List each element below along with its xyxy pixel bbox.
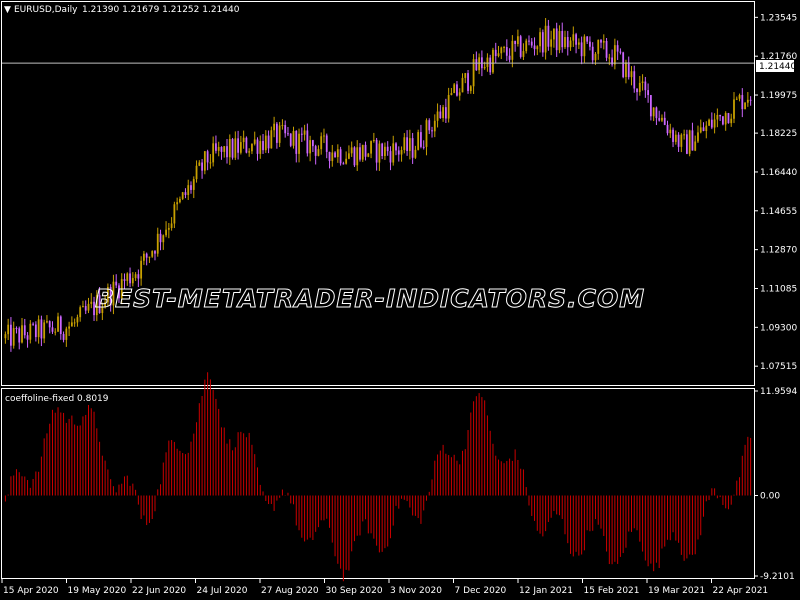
candle [353, 146, 356, 168]
time-tick-label: 22 Jun 2020 [132, 586, 186, 596]
candle [519, 34, 522, 59]
candle [492, 47, 494, 74]
candle [622, 51, 625, 79]
candle [605, 38, 608, 62]
candle [467, 69, 469, 94]
ohlc-readout: 1.21390 1.21679 1.21252 1.21440 [82, 5, 240, 15]
candle [688, 129, 691, 157]
time-tick-label: 22 Apr 2021 [713, 586, 769, 596]
candle [489, 54, 492, 76]
candle [289, 133, 292, 148]
time-tick-label: 19 Mar 2021 [648, 586, 705, 596]
time-tick-label: 24 Jul 2020 [197, 586, 248, 596]
candle [727, 112, 730, 124]
price-tick-label: 1.07515 [760, 362, 797, 372]
candle [151, 250, 154, 258]
price-tick-label: 1.19975 [760, 91, 797, 101]
time-tick-label: 7 Dec 2020 [455, 586, 507, 596]
price-tick-label: 1.18225 [760, 129, 797, 139]
candle [245, 136, 248, 154]
candle [339, 146, 342, 166]
candle [181, 191, 184, 201]
current-price-label: 1.21440 [759, 62, 796, 72]
price-tick-label: 1.23545 [760, 13, 797, 23]
time-tick-label: 12 Jan 2021 [519, 586, 573, 596]
candle [722, 116, 724, 126]
time-tick-label: 15 Feb 2021 [584, 586, 640, 596]
candle [744, 102, 746, 110]
candle [453, 83, 456, 94]
candle [417, 129, 420, 151]
dropdown-arrow-icon[interactable]: ▼ [4, 5, 11, 15]
candle [231, 137, 234, 160]
indicator-title: coeffoline-fixed 0.8019 [5, 394, 109, 404]
indicator-tick-label: -9.2101 [760, 572, 795, 582]
candle [361, 144, 364, 162]
time-tick-label: 27 Aug 2020 [261, 586, 319, 596]
price-tick-label: 1.12870 [760, 246, 797, 256]
price-tick-label: 1.14655 [760, 207, 797, 217]
time-tick-label: 30 Sep 2020 [326, 586, 383, 596]
price-tick-label: 1.16440 [760, 168, 797, 178]
price-tick-label: 1.11085 [760, 284, 797, 294]
main-chart-header: ▼ EURUSD,Daily 1.21390 1.21679 1.21252 1… [4, 5, 240, 15]
symbol-title: EURUSD,Daily [14, 5, 78, 15]
time-tick-label: 15 Apr 2020 [3, 586, 59, 596]
watermark-text: BEST-METATRADER-INDICATORS.COM [95, 284, 645, 313]
indicator-tick-label: 11.9594 [760, 387, 797, 397]
current-price-box: 1.21440 [756, 60, 796, 72]
price-tick-label: 1.09300 [760, 323, 797, 333]
time-tick-label: 19 May 2020 [68, 586, 127, 596]
time-tick-label: 3 Nov 2020 [390, 586, 442, 596]
indicator-tick-label: 0.00 [760, 492, 780, 502]
metatrader-chart: ▼ EURUSD,Daily 1.21390 1.21679 1.21252 1… [0, 0, 800, 600]
